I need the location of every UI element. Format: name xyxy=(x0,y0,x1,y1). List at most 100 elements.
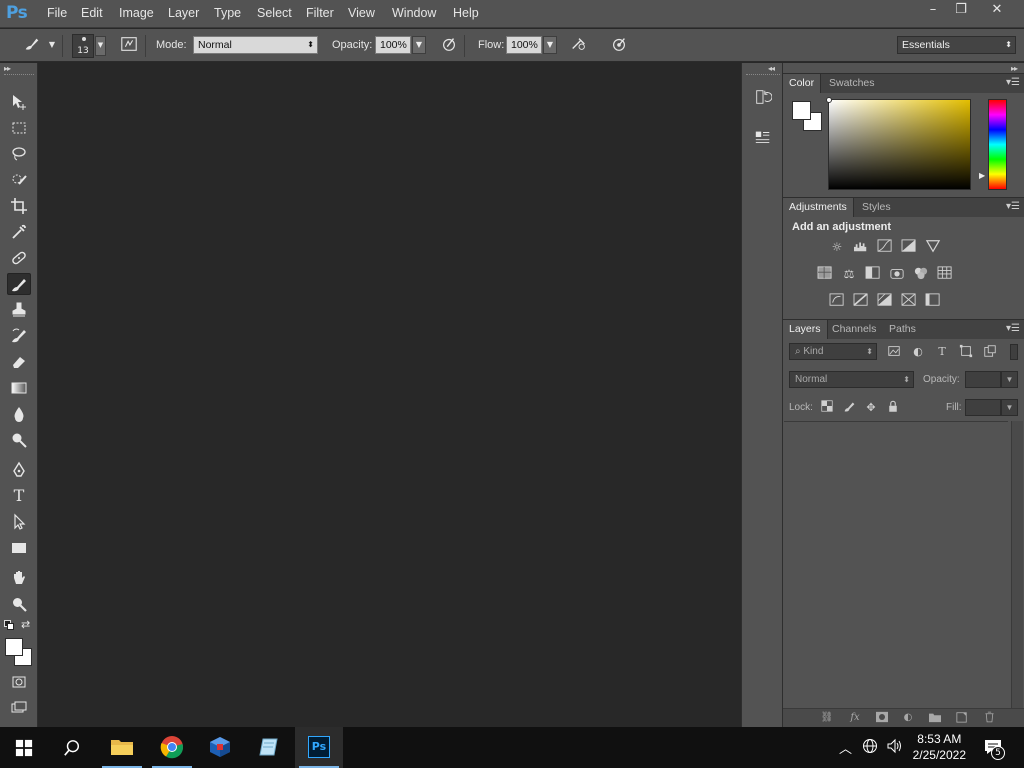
invert-icon[interactable] xyxy=(828,293,846,309)
lock-all-icon[interactable] xyxy=(885,400,901,416)
menu-filter[interactable]: Filter xyxy=(306,6,334,20)
flow-input[interactable]: 100% xyxy=(506,36,542,54)
taskbar-notebook-app[interactable] xyxy=(245,727,293,768)
channel-mixer-icon[interactable] xyxy=(912,266,930,282)
expand-dock-icon[interactable]: ▸▸ xyxy=(1011,64,1018,73)
blend-mode-select[interactable]: Normal ⬍ xyxy=(789,371,914,388)
preset-dropdown-arrow-icon[interactable]: ▼ xyxy=(46,35,58,55)
filter-type-layers-icon[interactable]: T xyxy=(934,344,950,360)
levels-icon[interactable] xyxy=(852,239,870,255)
taskbar-chrome[interactable] xyxy=(148,727,196,768)
collapse-toolbar-icon[interactable]: ▸▸ xyxy=(4,64,11,73)
foreground-color-swatch[interactable] xyxy=(5,638,23,656)
menu-window[interactable]: Window xyxy=(392,6,436,20)
selective-color-icon[interactable] xyxy=(900,293,918,309)
hand-tool[interactable] xyxy=(7,567,31,589)
tab-swatches[interactable]: Swatches xyxy=(823,74,881,93)
airbrush-icon[interactable] xyxy=(569,35,589,55)
brightness-contrast-icon[interactable]: ☼ xyxy=(828,239,846,255)
action-center-button[interactable]: 5 xyxy=(983,738,1005,760)
menu-layer[interactable]: Layer xyxy=(168,6,199,20)
pen-tool[interactable] xyxy=(7,459,31,481)
layer-fill-dropdown[interactable]: ▼ xyxy=(1001,399,1018,416)
black-white-icon[interactable] xyxy=(864,266,882,282)
system-clock[interactable]: 8:53 AM 2/25/2022 xyxy=(913,731,966,763)
filter-pixel-layers-icon[interactable] xyxy=(886,344,902,360)
tab-layers[interactable]: Layers xyxy=(783,320,828,339)
type-tool[interactable]: T xyxy=(7,485,31,507)
layers-scrollbar[interactable] xyxy=(1011,421,1023,708)
gradient-map-icon[interactable] xyxy=(924,293,942,309)
dodge-tool[interactable] xyxy=(7,429,31,451)
link-layers-icon[interactable]: ⛓ xyxy=(819,711,835,725)
swap-colors-icon[interactable]: ⇄ xyxy=(21,618,30,631)
lock-transparent-pixels-icon[interactable] xyxy=(819,400,835,416)
panel-menu-icon[interactable]: ▾☰ xyxy=(1006,77,1020,88)
menu-view[interactable]: View xyxy=(348,6,375,20)
color-balance-icon[interactable]: ⚖ xyxy=(840,266,858,282)
hue-saturation-icon[interactable] xyxy=(816,266,834,282)
quick-mask-button[interactable] xyxy=(7,671,31,693)
rectangle-tool[interactable] xyxy=(7,537,31,559)
history-brush-tool[interactable] xyxy=(7,325,31,347)
new-adjustment-layer-icon[interactable]: ◐ xyxy=(900,711,916,725)
pressure-opacity-icon[interactable] xyxy=(439,35,459,55)
blur-tool[interactable] xyxy=(7,403,31,425)
brush-tool[interactable] xyxy=(7,273,31,295)
tab-paths[interactable]: Paths xyxy=(883,320,922,339)
network-globe-icon[interactable] xyxy=(862,738,878,758)
filter-smart-objects-icon[interactable] xyxy=(982,344,998,360)
document-canvas-area[interactable] xyxy=(39,63,741,727)
workspace-switcher[interactable]: Essentials ⬍ xyxy=(897,36,1016,54)
flow-dropdown[interactable]: ▼ xyxy=(543,36,557,54)
layers-list[interactable] xyxy=(784,421,1008,708)
toolbar-grip[interactable] xyxy=(4,74,34,76)
delete-layer-trash-icon[interactable] xyxy=(981,711,997,725)
tab-color[interactable]: Color xyxy=(783,74,822,93)
tab-channels[interactable]: Channels xyxy=(826,320,882,339)
panel-menu-icon[interactable]: ▾☰ xyxy=(1006,323,1020,334)
layer-filter-kind-select[interactable]: ⌕ Kind ⬍ xyxy=(789,343,877,360)
search-button[interactable] xyxy=(48,727,96,768)
hue-slider-marker-icon[interactable]: ▶ xyxy=(979,171,985,180)
posterize-icon[interactable] xyxy=(852,293,870,309)
brush-size-picker[interactable]: 13 xyxy=(72,34,94,58)
layer-opacity-dropdown[interactable]: ▼ xyxy=(1001,371,1018,388)
opacity-dropdown[interactable]: ▼ xyxy=(412,36,426,54)
threshold-icon[interactable] xyxy=(876,293,894,309)
healing-brush-tool[interactable] xyxy=(7,247,31,269)
color-panel-foreground-swatch[interactable] xyxy=(792,101,811,120)
tab-adjustments[interactable]: Adjustments xyxy=(783,198,854,217)
clone-stamp-tool[interactable] xyxy=(7,299,31,321)
eraser-tool[interactable] xyxy=(7,351,31,373)
brush-size-dropdown[interactable]: ▼ xyxy=(95,36,106,56)
filter-shape-layers-icon[interactable] xyxy=(958,344,974,360)
move-tool[interactable] xyxy=(7,91,31,113)
tab-styles[interactable]: Styles xyxy=(856,198,897,217)
menu-file[interactable]: File xyxy=(47,6,67,20)
close-button[interactable]: ✕ xyxy=(978,0,1016,22)
color-spectrum-field[interactable] xyxy=(828,99,971,190)
properties-panel-button[interactable] xyxy=(753,128,773,148)
history-panel-button[interactable] xyxy=(753,88,773,108)
filter-toggle-switch[interactable] xyxy=(1010,344,1018,360)
brush-tool-preset-icon[interactable] xyxy=(22,35,42,55)
photo-filter-icon[interactable] xyxy=(888,266,906,282)
start-button[interactable] xyxy=(0,727,48,768)
mode-select[interactable]: Normal ⬍ xyxy=(193,36,318,54)
new-group-folder-icon[interactable] xyxy=(927,711,943,725)
curves-icon[interactable] xyxy=(876,239,894,255)
dock-grip[interactable] xyxy=(746,74,780,76)
layer-opacity-input[interactable] xyxy=(965,371,1001,388)
taskbar-photoshop[interactable]: Ps xyxy=(295,727,343,768)
lasso-tool[interactable] xyxy=(7,143,31,165)
add-layer-mask-icon[interactable] xyxy=(874,711,890,725)
path-selection-tool[interactable] xyxy=(7,511,31,533)
menu-help[interactable]: Help xyxy=(453,6,479,20)
zoom-tool[interactable] xyxy=(7,593,31,615)
layer-fill-input[interactable] xyxy=(965,399,1001,416)
marquee-tool[interactable] xyxy=(7,117,31,139)
color-picker-handle[interactable] xyxy=(826,97,832,103)
menu-edit[interactable]: Edit xyxy=(81,6,103,20)
show-hidden-icons-chevron-icon[interactable]: ︿ xyxy=(839,738,852,757)
